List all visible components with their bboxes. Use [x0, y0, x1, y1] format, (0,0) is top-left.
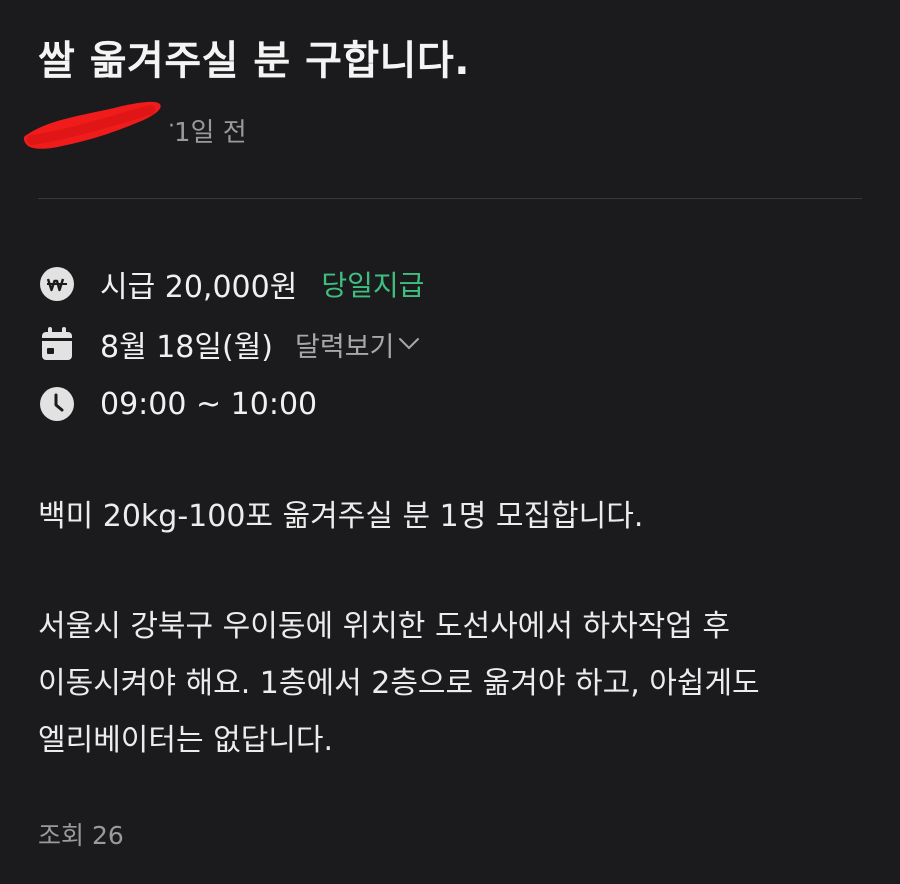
clock-icon: [38, 385, 76, 423]
time-row: 09:00 ~ 10:00: [38, 384, 317, 424]
chevron-down-icon: [399, 338, 420, 350]
post-title: 쌀 옮겨주실 분 구합니다.: [38, 38, 470, 84]
time-text: 09:00 ~ 10:00: [100, 386, 318, 422]
body-paragraph-2: 서울시 강북구 우이동에 위치한 도선사에서 하차작업 후 이동시켜야 해요. …: [38, 598, 868, 769]
body-line: 이동시켜야 해요. 1층에서 2층으로 옮겨야 하고, 아쉽게도: [38, 666, 760, 701]
body-line: 엘리베이터는 없답니다.: [38, 723, 334, 758]
view-count: 조회 26: [38, 821, 124, 850]
date-row: 8월 18일(월) 달력보기: [38, 324, 420, 365]
won-coin-icon: [38, 265, 76, 303]
divider: [38, 198, 862, 199]
calendar-icon: [38, 325, 76, 363]
author-meta: · 1일 전: [22, 96, 282, 156]
body-line: 백미 20kg-100포 옮겨주실 분 1명 모집합니다.: [38, 499, 644, 534]
same-day-pay-badge: 당일지급: [321, 269, 425, 302]
calendar-link[interactable]: 달력보기: [295, 325, 420, 364]
wage-text: 시급 20,000원: [100, 270, 298, 305]
body-line: 서울시 강북구 우이동에 위치한 도선사에서 하차작업 후: [38, 609, 731, 644]
calendar-link-label: 달력보기: [295, 331, 395, 363]
date-text: 8월 18일(월): [100, 330, 274, 365]
post-time-ago: 1일 전: [174, 118, 247, 148]
wage-row: 시급 20,000원 당일지급: [38, 264, 425, 305]
body-paragraph-1: 백미 20kg-100포 옮겨주실 분 1명 모집합니다.: [38, 488, 868, 545]
redaction-scribble: [23, 101, 161, 149]
